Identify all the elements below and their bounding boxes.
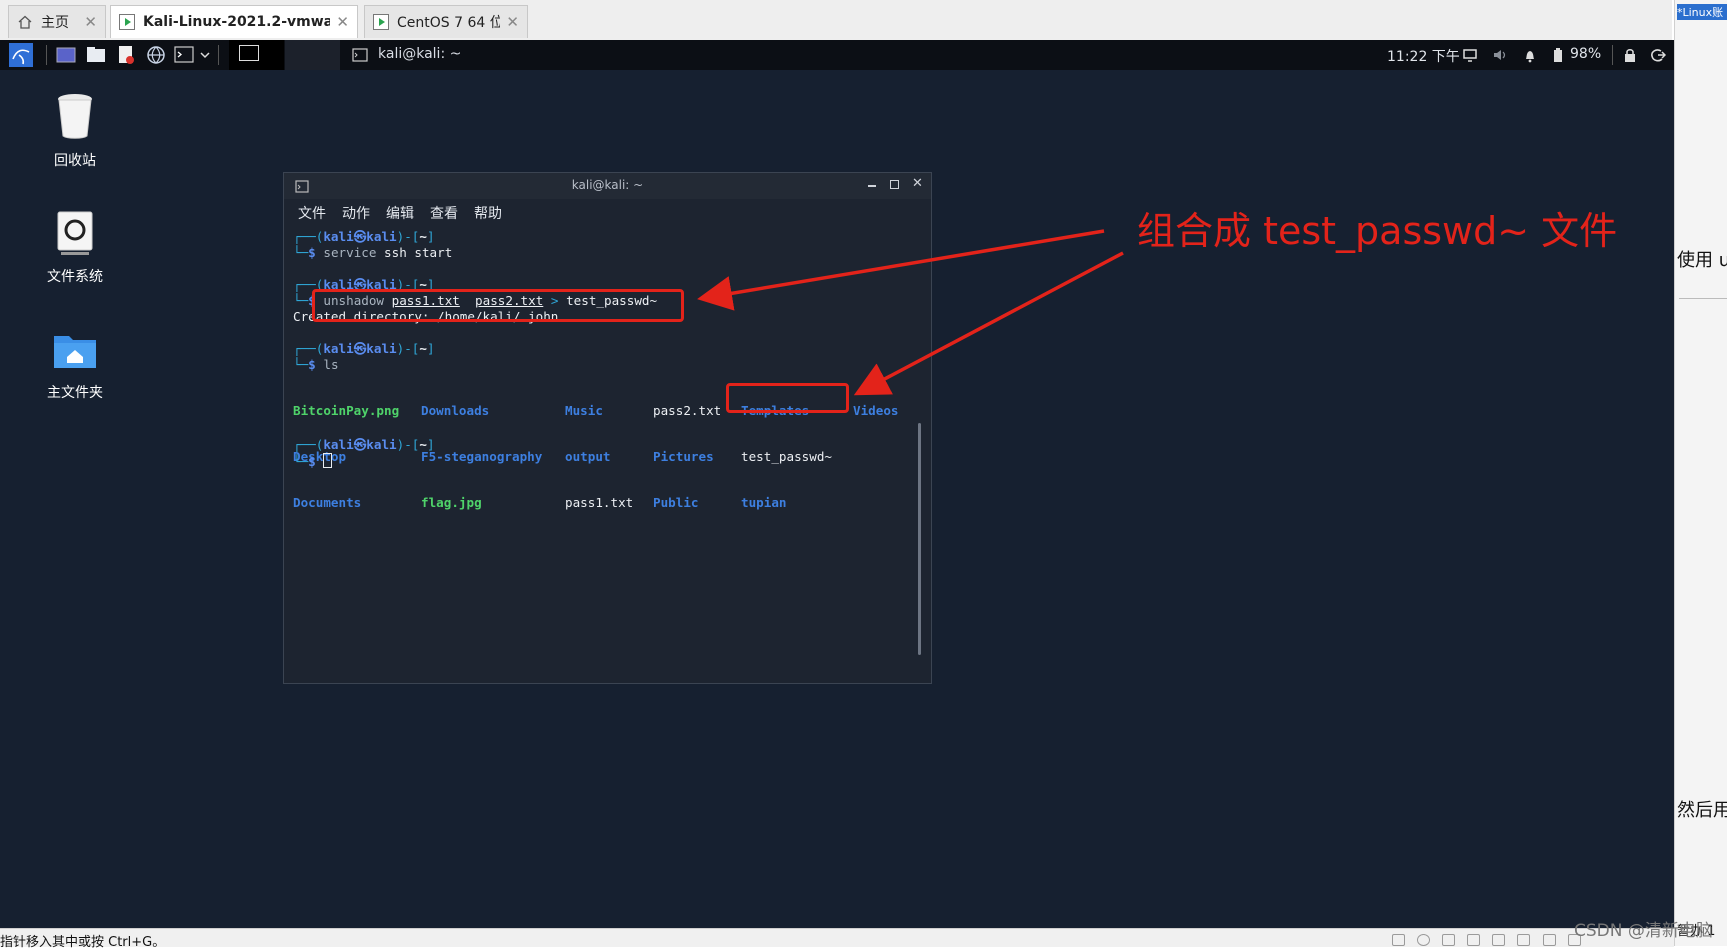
side-panel-text: 使用 u <box>1677 250 1727 271</box>
watermark: CSDN @清新电脑 <box>1574 921 1713 941</box>
bluetooth-icon[interactable] <box>1517 934 1531 946</box>
annotation-arrow <box>697 229 1105 311</box>
side-panel-text: 然后用 <box>1677 800 1727 821</box>
right-side-panel: *Linux账 使用 u 然后用 暂办 1 <box>1674 0 1727 946</box>
usb-icon[interactable] <box>1467 934 1481 946</box>
device-icons <box>1392 931 1592 946</box>
divider <box>1679 298 1727 299</box>
cd-drive-icon[interactable] <box>1417 934 1431 946</box>
annotation-arrow <box>853 251 1124 396</box>
annotation-text: 组合成 test_passwd~ 文件 <box>1137 209 1618 253</box>
status-bar: 指针移入其中或按 Ctrl+G。 <box>0 928 1674 950</box>
sound-icon[interactable] <box>1492 934 1506 946</box>
status-hint: 指针移入其中或按 Ctrl+G。 <box>0 935 166 950</box>
printer-icon[interactable] <box>1542 934 1556 946</box>
side-panel-tab[interactable]: *Linux账 <box>1677 4 1727 20</box>
network-icon[interactable] <box>1442 934 1456 946</box>
annotation-arrows <box>697 229 1124 396</box>
hard-disk-icon[interactable] <box>1392 934 1405 946</box>
